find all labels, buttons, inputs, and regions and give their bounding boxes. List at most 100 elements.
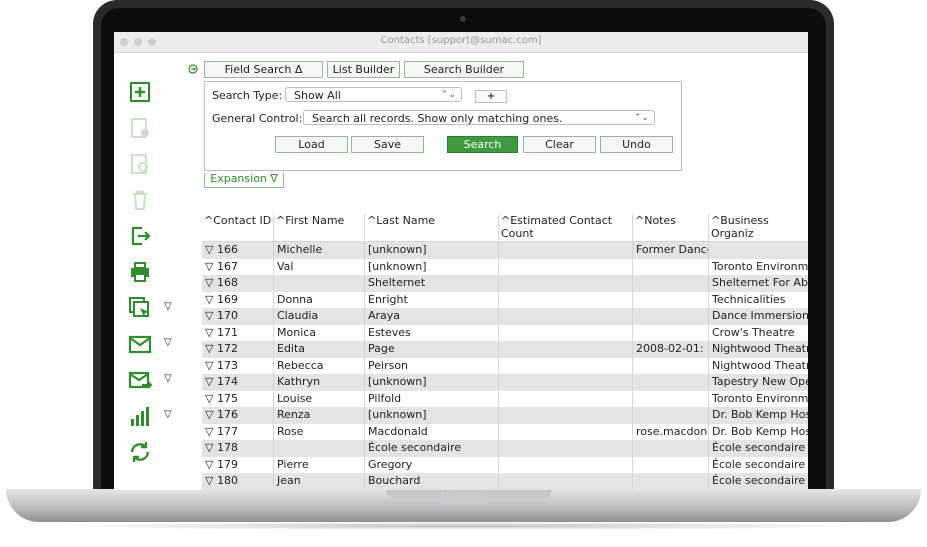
select-records-icon[interactable] [128,296,152,320]
table-row[interactable]: ▽ 170 Claudia Araya Dance Immersion [202,308,808,325]
last-name-cell: [unknown] [365,407,499,424]
email-send-dropdown-icon[interactable]: ▽ [164,373,172,384]
table-row[interactable]: ▽ 173 Rebecca Peirson Nightwood Theatre [202,357,808,374]
load-button[interactable]: Load [275,136,348,153]
search-type-value: Show All [294,89,341,102]
general-control-value: Search all records. Show only matching o… [312,112,563,125]
table-row[interactable]: ▽ 179 Pierre Gregory École secondaire c [202,456,808,473]
notes-cell: rose.macdon [633,423,709,440]
business-organization-cell: Tapestry New Ope [712,375,808,388]
business-organization-cell [709,242,808,259]
last-name-cell: Enright [365,291,499,308]
business-organization-cell: Nightwood Theatre [712,358,808,372]
table-row[interactable]: ▽ 174 Kathryn [unknown] Tapestry New Ope [202,374,808,391]
collapse-circle-icon[interactable] [188,59,198,74]
column-header-business-organization[interactable]: ^Business Organiz [709,214,808,242]
clear-button[interactable]: Clear [523,136,596,153]
estimated-contact-count-cell [499,456,633,473]
contact-id-cell: ▽ 177 [202,423,274,440]
column-header-contact-id[interactable]: ^Contact ID [202,214,274,242]
email-send-icon[interactable] [128,368,153,392]
contact-id-cell: ▽ 179 [202,456,274,473]
estimated-contact-count-cell [499,407,633,424]
tab-field-search[interactable]: Field Search Δ [204,61,323,78]
first-name-cell: Monica [274,324,365,341]
notes-cell [633,440,709,457]
undo-button[interactable]: Undo [600,136,673,153]
table-row[interactable]: ▽ 171 Monica Esteves Crow's Theatre [202,324,808,341]
estimated-contact-count-cell [499,390,633,407]
window-titlebar: Contacts [support@sumac.com] [114,32,808,53]
stats-dropdown-icon[interactable]: ▽ [164,409,172,420]
select-records-dropdown-icon[interactable]: ▽ [164,301,172,312]
edit-record-icon [128,116,152,140]
print-icon[interactable] [128,260,152,284]
camera-icon [460,16,466,22]
contact-id-cell: ▽ 174 [202,374,274,391]
expansion-toggle[interactable]: Expansion ∇ [204,173,284,188]
add-icon[interactable] [128,80,152,104]
first-name-cell: Renza [274,407,365,424]
tab-search-builder[interactable]: Search Builder [404,61,524,78]
table-row[interactable]: ▽ 166 Michelle [unknown] Former Dance [202,242,808,259]
last-name-cell: École secondaire [365,440,499,457]
first-name-cell: Kathryn [274,374,365,391]
table-row[interactable]: ▽ 175 Louise Pilfold Toronto Environm [202,390,808,407]
contact-id-cell: ▽ 171 [202,324,274,341]
contact-id-cell: ▽ 172 [202,341,274,358]
notes-cell [633,324,709,341]
contact-id-cell: ▽ 169 [202,291,274,308]
select-arrows-icon: ⌃⌄ [440,90,456,100]
table-row[interactable]: ▽ 178 École secondaire École secondaire c [202,440,808,457]
last-name-cell: Gregory [365,456,499,473]
notes-cell [633,456,709,473]
column-header-last-name[interactable]: ^Last Name [365,214,499,242]
last-name-cell: Araya [365,308,499,325]
tab-list-builder[interactable]: List Builder [327,61,400,78]
estimated-contact-count-cell [499,341,633,358]
general-control-select[interactable]: Search all records. Show only matching o… [303,110,655,125]
table-row[interactable]: ▽ 180 Jean Bouchard École secondaire c [202,473,808,490]
contact-id-cell: ▽ 175 [202,390,274,407]
email-dropdown-icon[interactable]: ▽ [164,337,172,348]
select-arrows-icon: ⌃⌄ [633,113,649,123]
contact-id-cell: ▽ 173 [202,357,274,374]
table-row[interactable]: ▽ 167 Val [unknown] Toronto Environm [202,258,808,275]
notes-cell [633,390,709,407]
estimated-contact-count-cell [499,291,633,308]
table-row[interactable]: ▽ 177 Rose Macdonald rose.macdon Dr. Bob Kem… [202,423,808,440]
column-header-estimated-contact-count[interactable]: ^Estimated Contact Count [499,214,633,242]
email-icon[interactable] [128,332,152,356]
first-name-cell: Louise [274,390,365,407]
add-criteria-button[interactable]: + [475,90,507,103]
estimated-contact-count-cell [499,275,633,292]
table-row[interactable]: ▽ 169 Donna Enright Technicalities [202,291,808,308]
last-name-cell: Page [365,341,499,358]
table-row[interactable]: ▽ 168 Shelternet Shelternet For Abu [202,275,808,292]
table-row[interactable]: ▽ 176 Renza [unknown] Dr. Bob Kemp Hosp [202,407,808,424]
window-title: Contacts [support@sumac.com] [380,35,542,46]
estimated-contact-count-cell [499,423,633,440]
refresh-icon[interactable] [128,440,152,464]
save-button[interactable]: Save [351,136,424,153]
last-name-cell: Pilfold [365,390,499,407]
table-row[interactable]: ▽ 172 Edita Page 2008-02-01: Nightwood Theat… [202,341,808,358]
laptop-shadow [40,522,887,530]
last-name-cell: Peirson [365,357,499,374]
first-name-cell [274,275,365,292]
contact-id-cell: ▽ 176 [202,407,274,424]
business-organization-cell: Dr. Bob Kemp Hosp [712,408,808,421]
contact-id-cell: ▽ 178 [202,440,274,457]
business-organization-cell: Toronto Environm [712,391,808,405]
column-header-first-name[interactable]: ^First Name [274,214,365,242]
business-organization-cell: Toronto Environm [712,259,808,273]
export-icon[interactable] [128,224,152,248]
estimated-contact-count-cell [499,440,633,457]
last-name-cell: Macdonald [365,423,499,440]
search-button[interactable]: Search [447,136,518,153]
business-organization-cell: École secondaire c [712,457,808,471]
search-type-select[interactable]: Show All ⌃⌄ [285,87,462,102]
column-header-notes[interactable]: ^Notes [633,214,709,242]
stats-icon[interactable] [128,404,152,428]
last-name-cell: [unknown] [365,258,499,275]
